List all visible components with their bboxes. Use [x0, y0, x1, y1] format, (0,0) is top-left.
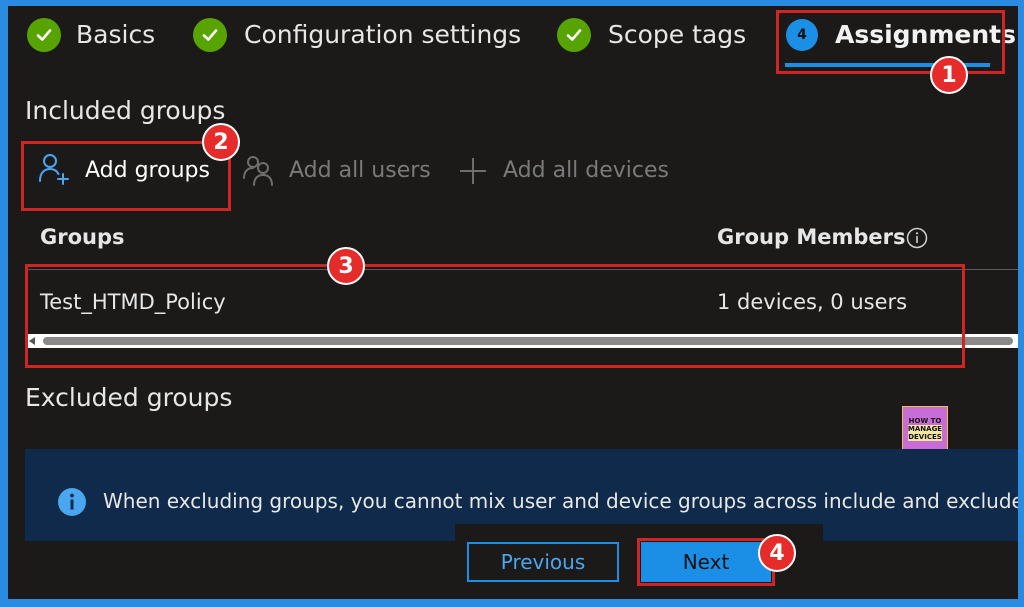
excluded-groups-title: Excluded groups: [25, 383, 233, 412]
watermark-line: MANAGE: [907, 425, 943, 433]
watermark-line: HOW TO: [908, 417, 942, 425]
step-basics[interactable]: Basics: [76, 20, 155, 49]
check-icon: [27, 18, 61, 52]
highlight-box-next: [637, 538, 775, 586]
annotation-badge-4: 4: [758, 534, 796, 572]
add-all-users-button[interactable]: Add all users: [289, 158, 431, 183]
included-groups-title: Included groups: [25, 96, 226, 125]
info-icon: [58, 488, 86, 516]
watermark-logo: HOW TO MANAGE DEVICES: [902, 406, 948, 452]
check-icon: [557, 18, 591, 52]
annotation-badge-1: 1: [930, 56, 968, 94]
column-header-group-members: Group Members: [717, 225, 906, 249]
annotation-badge-3: 3: [327, 247, 365, 285]
info-icon[interactable]: [906, 227, 928, 249]
step-scope-tags[interactable]: Scope tags: [608, 20, 746, 49]
highlight-box-assignments: [776, 10, 1005, 74]
info-banner-text: When excluding groups, you cannot mix us…: [103, 489, 1018, 513]
highlight-box-add-groups: [21, 141, 231, 211]
plus-icon: [458, 156, 488, 186]
check-icon: [193, 18, 227, 52]
column-header-groups: Groups: [40, 225, 125, 249]
annotation-badge-2: 2: [202, 123, 240, 161]
users-icon: [242, 154, 276, 188]
highlight-box-table: [25, 264, 965, 368]
watermark-line: DEVICES: [908, 433, 942, 441]
previous-button[interactable]: Previous: [467, 542, 619, 582]
add-all-devices-button[interactable]: Add all devices: [503, 158, 669, 183]
assignments-panel: Basics Configuration settings Scope tags…: [8, 6, 1018, 599]
step-configuration-settings[interactable]: Configuration settings: [244, 20, 521, 49]
